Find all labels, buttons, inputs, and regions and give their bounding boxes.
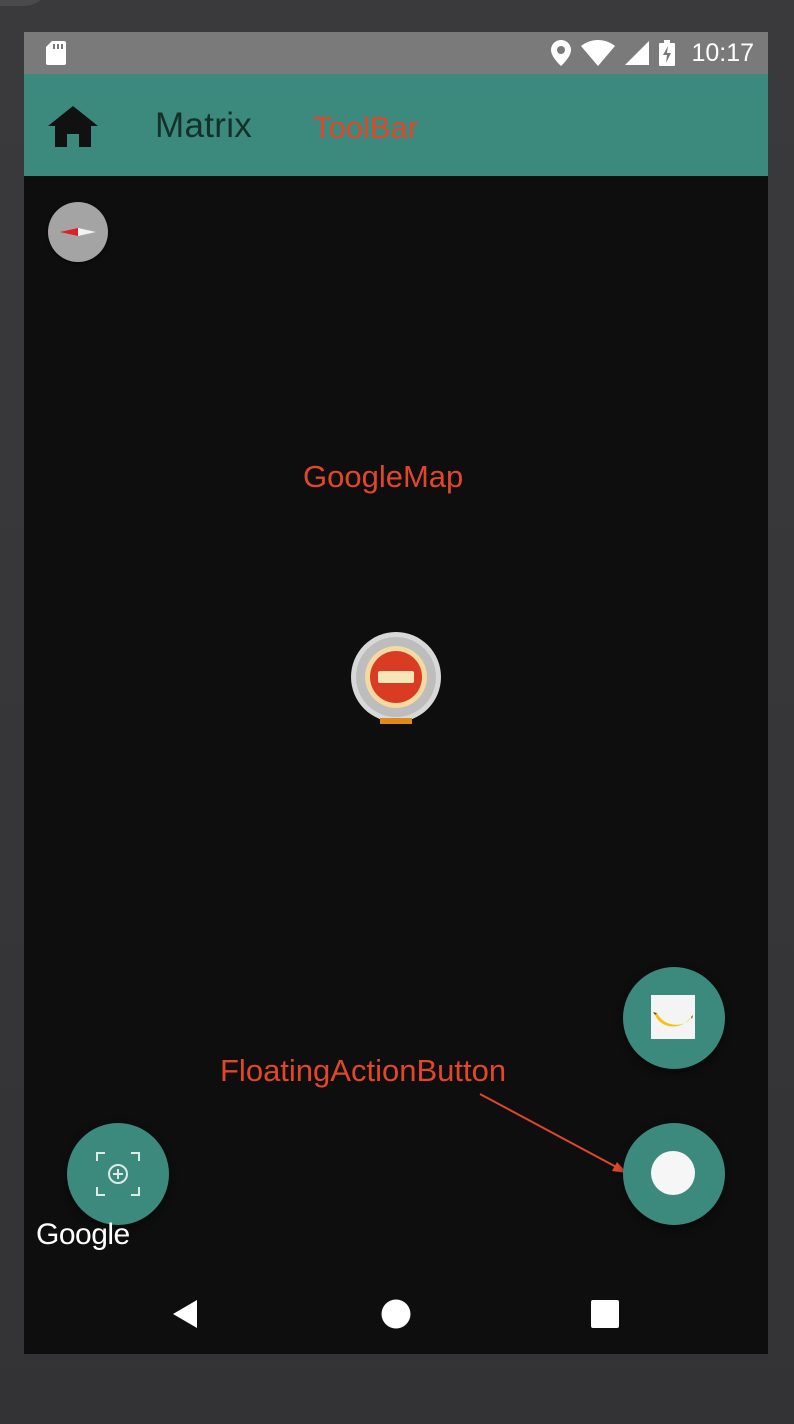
google-attribution: Google (36, 1218, 130, 1251)
my-location-fab-button[interactable] (67, 1123, 169, 1225)
back-button[interactable] (158, 1286, 214, 1342)
status-icons: 10:17 (551, 32, 754, 74)
recents-icon (591, 1300, 619, 1328)
status-clock: 10:17 (691, 38, 754, 67)
banana-fab-button[interactable] (623, 967, 725, 1069)
device-corner (0, 0, 50, 6)
battery-charging-icon (659, 40, 676, 66)
back-icon (173, 1300, 197, 1328)
fab-annotation-arrow (479, 1093, 627, 1173)
recents-button[interactable] (577, 1286, 633, 1342)
phone-screen: 10:17 Matrix ToolBar GoogleMap FloatingA… (24, 32, 768, 1354)
signal-icon (625, 41, 650, 65)
toolbar-title: Matrix (155, 106, 253, 145)
fab-annotation-label: FloatingActionButton (220, 1053, 507, 1088)
toolbar-annotation-label: ToolBar (313, 110, 419, 145)
device-frame: 10:17 Matrix ToolBar GoogleMap FloatingA… (0, 0, 794, 1424)
map-annotation-label: GoogleMap (303, 459, 464, 494)
home-circle-icon (381, 1299, 411, 1329)
location-icon (551, 40, 572, 66)
no-entry-marker-icon[interactable] (351, 632, 441, 724)
status-bar: 10:17 (24, 32, 768, 74)
compass-button[interactable] (48, 202, 108, 262)
home-icon[interactable] (46, 104, 100, 148)
wifi-icon (581, 40, 616, 66)
compass-icon (60, 228, 96, 236)
record-icon (651, 1151, 695, 1195)
record-fab-button[interactable] (623, 1123, 725, 1225)
my-location-icon (96, 1152, 140, 1196)
home-nav-button[interactable] (368, 1286, 424, 1342)
google-map[interactable]: GoogleMap FloatingActionButton Google (24, 176, 768, 1274)
navigation-bar (24, 1274, 768, 1354)
toolbar: Matrix ToolBar (24, 74, 768, 176)
sd-card-icon (46, 41, 66, 65)
banana-icon (651, 995, 695, 1039)
